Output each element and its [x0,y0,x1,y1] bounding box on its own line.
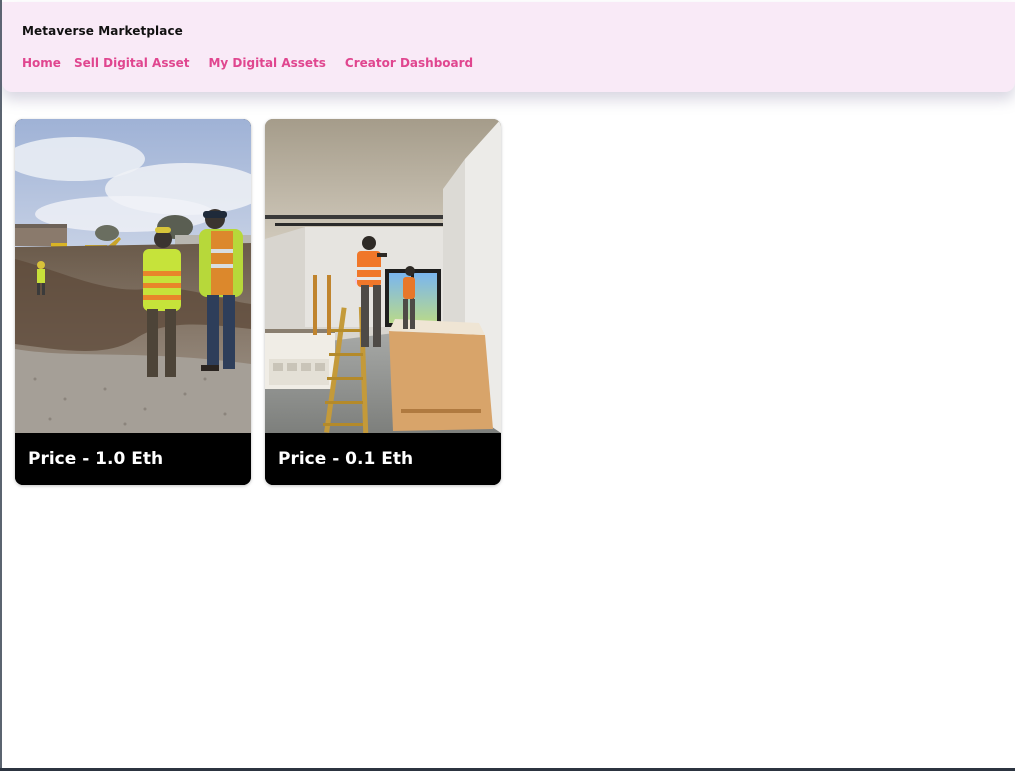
asset-card-footer: Price - 0.1 Eth [265,433,501,485]
nav-links: Home Sell Digital Asset My Digital Asset… [22,56,473,70]
nav-link-creator-dashboard[interactable]: Creator Dashboard [345,56,473,70]
nav-link-home[interactable]: Home [22,56,61,70]
site-brand-title: Metaverse Marketplace [22,24,183,38]
window-left-edge [0,0,2,771]
nav-link-sell-digital-asset[interactable]: Sell Digital Asset [74,56,190,70]
top-navbar: Metaverse Marketplace Home Sell Digital … [2,2,1015,92]
nav-link-my-digital-assets[interactable]: My Digital Assets [208,56,325,70]
asset-card-footer: Price - 1.0 Eth [15,433,251,485]
asset-image-construction-site[interactable] [15,119,251,433]
browser-viewport: Metaverse Marketplace Home Sell Digital … [0,0,1015,771]
asset-price: Price - 0.1 Eth [278,449,414,469]
asset-card[interactable]: Price - 0.1 Eth [265,119,501,485]
asset-card[interactable]: Price - 1.0 Eth [15,119,251,485]
asset-price: Price - 1.0 Eth [28,449,164,469]
asset-image-interior-construction[interactable] [265,119,501,433]
